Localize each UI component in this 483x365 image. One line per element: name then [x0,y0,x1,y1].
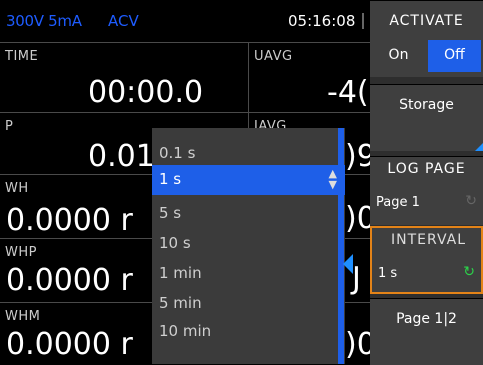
interval-dropdown-list[interactable]: 0.1 s 1 s ▲ ▼ 5 s 10 s 1 min 5 min 10 min [152,128,345,364]
interval-option[interactable]: 10 min [159,322,211,340]
selected-option-label: 1 s [159,170,182,188]
uavg-value: -4( [327,75,369,110]
whm-label: WHM [5,309,41,324]
time-value: 00:00.0 [88,75,204,110]
pointer-arrow-icon [343,254,353,274]
interval-option[interactable]: 1 min [159,264,202,282]
whp-right-value: J [352,261,361,296]
p-value: 0.01 [88,139,155,174]
off-button[interactable]: Off [428,40,481,72]
status-bar: 300V 5mA ACV 05:16:08 [0,0,370,40]
interval-option[interactable]: 10 s [159,234,191,252]
time-label: TIME [5,49,39,64]
mode-indicator: ACV [108,12,139,30]
whp-label: WHP [5,245,37,260]
log-page-title: LOG PAGE [387,161,466,177]
interval-title: INTERVAL [390,232,467,248]
interval-softkey[interactable]: INTERVAL 1 s ↻ [370,226,483,294]
log-page-value: Page 1 [376,195,420,210]
interval-value: 1 s [378,266,398,281]
page-softkey[interactable]: Page 1|2 [370,298,483,365]
page-label: Page 1|2 [396,311,457,327]
time-cell: TIME 00:00.0 [0,42,248,113]
interval-option-selected[interactable]: 1 s ▲ ▼ [152,165,345,195]
p-label: P [5,119,14,134]
range-indicator: 300V 5mA [6,12,82,30]
off-label: Off [444,47,465,63]
uavg-label: UAVG [254,49,293,64]
status-divider [362,13,364,29]
corner-indicator-icon [475,143,483,151]
dropdown-scrollbar[interactable] [338,128,344,364]
wh-value: 0.0000 r [6,203,133,238]
up-down-arrows-icon: ▲ ▼ [328,167,337,191]
interval-option[interactable]: 5 s [159,204,181,222]
log-page-softkey[interactable]: LOG PAGE Page 1 ↻ [370,156,483,225]
storage-softkey[interactable]: Storage [370,84,483,151]
whm-value: 0.0000 r [6,327,133,362]
on-button[interactable]: On [372,40,425,72]
wh-label: WH [5,181,29,196]
interval-option[interactable]: 0.1 s [159,144,195,162]
uavg-cell: UAVG -4( [249,42,370,113]
activate-title: ACTIVATE [389,13,464,29]
whp-value: 0.0000 r [6,263,133,298]
storage-label: Storage [399,97,454,113]
clock: 05:16:08 [288,12,356,30]
rotary-knob-icon: ↻ [465,193,477,209]
rotary-knob-active-icon: ↻ [463,264,475,280]
on-label: On [388,47,409,63]
interval-option[interactable]: 5 min [159,294,202,312]
